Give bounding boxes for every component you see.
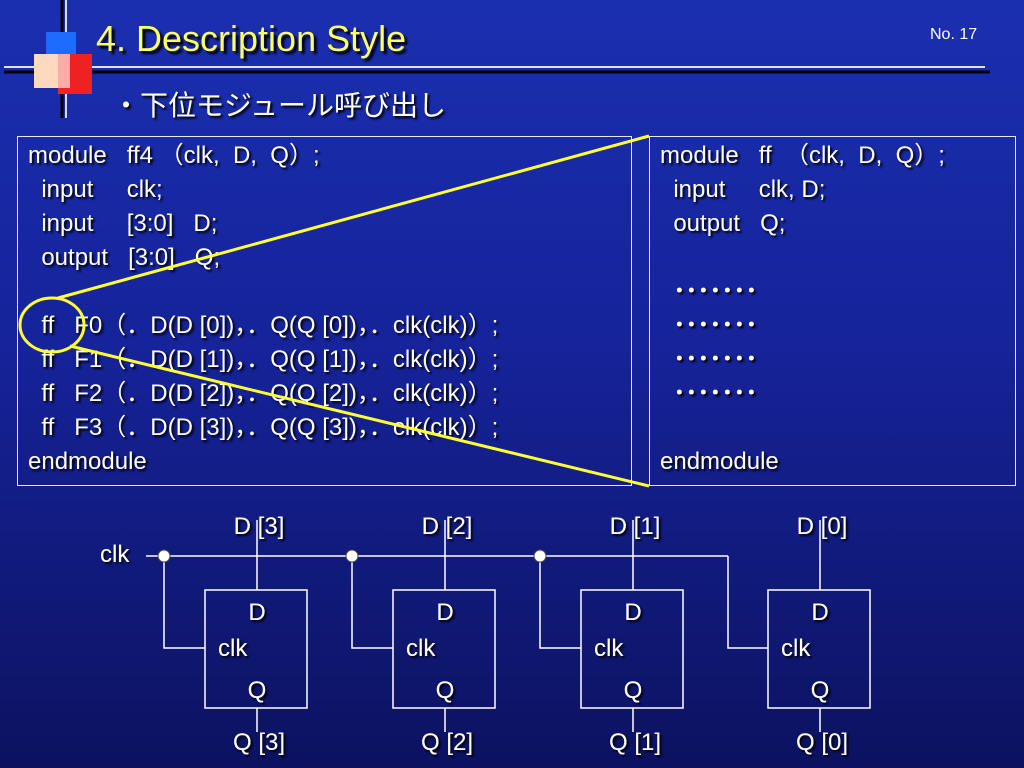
submodule-code-box: module ff （clk, D, Q）; input clk, D; out…: [649, 136, 1016, 486]
pin-q-label: Q: [811, 677, 830, 704]
code-line: ff F2（．D(D [2])，．Q(Q [2])，．clk(clk)）;: [28, 380, 499, 407]
code-line: ff F1（．D(D [1])，．Q(Q [1])，．clk(clk)）;: [28, 346, 499, 373]
q-output-label: Q [3]: [233, 729, 285, 756]
code-line: endmodule: [28, 448, 147, 475]
code-line: ･･･････: [660, 380, 758, 407]
d-input-label: D [3]: [234, 513, 285, 540]
pin-q-label: Q: [248, 677, 267, 704]
pin-clk-label: clk: [218, 635, 248, 662]
code-line: output [3:0] Q;: [28, 244, 221, 271]
code-line: input clk, D;: [660, 176, 826, 203]
code-line: ･･･････: [660, 346, 758, 373]
code-line: endmodule: [660, 448, 779, 475]
code-line: module ff4 （clk, D, Q）;: [28, 142, 320, 169]
slide-number: No. 17: [930, 26, 978, 43]
slide-title: 4. Description Style: [96, 18, 407, 59]
q-output-label: Q [1]: [609, 729, 661, 756]
q-output-label: Q [2]: [421, 729, 473, 756]
pin-q-label: Q: [436, 677, 455, 704]
top-module-code-box: module ff4 （clk, D, Q）; input clk; input…: [17, 136, 632, 486]
clk-junction-dot: [345, 549, 359, 563]
q-output-label: Q [0]: [796, 729, 848, 756]
code-line: ff F0（．D(D [0])，．Q(Q [0])，．clk(clk)）;: [28, 312, 499, 339]
code-line: ･･･････: [660, 312, 758, 339]
code-line: input [3:0] D;: [28, 210, 218, 237]
slide-subtitle: ・下位モジュール呼び出し: [112, 90, 447, 121]
clk-junction-dot: [157, 549, 171, 563]
logo-white-square: [58, 54, 70, 88]
pin-d-label: D: [436, 599, 453, 626]
flipflop-chain-diagram: clk D [3]Q [3]DclkQD [2]Q [2]DclkQD [1]Q…: [100, 513, 871, 756]
code-line: ff F3（．D(D [3])，．Q(Q [3])，．clk(clk)）;: [28, 414, 499, 441]
code-line: ･･･････: [660, 278, 758, 305]
code-line: output Q;: [660, 210, 786, 237]
d-input-label: D [0]: [797, 513, 848, 540]
clk-input-label: clk: [100, 541, 130, 568]
pin-q-label: Q: [624, 677, 643, 704]
pin-d-label: D: [624, 599, 641, 626]
pin-clk-label: clk: [594, 635, 624, 662]
d-input-label: D [1]: [610, 513, 661, 540]
pin-clk-label: clk: [781, 635, 811, 662]
clk-branch-wire: [539, 556, 581, 649]
pin-clk-label: clk: [406, 635, 436, 662]
clk-junction-dot: [533, 549, 547, 563]
pin-d-label: D: [811, 599, 828, 626]
d-input-label: D [2]: [422, 513, 473, 540]
clk-branch-wire: [727, 556, 768, 649]
clk-branch-wire: [163, 556, 205, 649]
code-line: input clk;: [28, 176, 163, 203]
pin-d-label: D: [248, 599, 265, 626]
clk-branch-wire: [351, 556, 393, 649]
code-line: module ff （clk, D, Q）;: [660, 142, 945, 169]
